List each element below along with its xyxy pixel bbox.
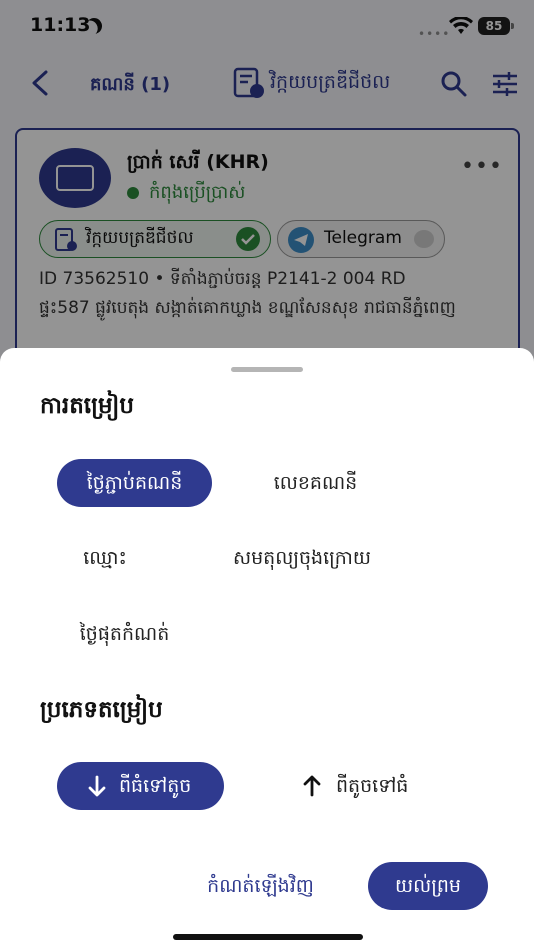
arrow-down-icon — [88, 775, 106, 797]
home-indicator — [173, 934, 363, 940]
sort-option-name[interactable]: ឈ្មោះ — [57, 534, 153, 582]
sort-option-number[interactable]: លេខគណនី — [258, 459, 373, 507]
order-option-asc[interactable]: ពីតូចទៅធំ — [290, 762, 440, 810]
sort-option-date[interactable]: ថ្ងៃភ្ជាប់គណនី — [57, 459, 212, 507]
sort-option-balance[interactable]: សមតុល្យចុងក្រោយ — [212, 534, 392, 582]
sort-section-title: ការតម្រៀប — [40, 393, 134, 419]
order-option-desc[interactable]: ពីធំទៅតូច — [57, 762, 224, 810]
apply-button[interactable]: យល់ព្រម — [368, 862, 488, 910]
sort-bottom-sheet: ការតម្រៀប ថ្ងៃភ្ជាប់គណនី លេខគណនី ឈ្មោះ ស… — [0, 348, 534, 950]
reset-button[interactable]: កំណត់ឡើងវិញ — [188, 862, 333, 910]
sheet-drag-handle[interactable] — [231, 367, 303, 372]
order-section-title: ប្រភេទតម្រៀប — [40, 697, 163, 723]
order-option-desc-label: ពីធំទៅតូច — [119, 775, 192, 797]
arrow-up-icon — [303, 775, 321, 797]
sort-option-expiry[interactable]: ថ្ងៃផុតកំណត់ — [57, 610, 192, 658]
order-option-asc-label: ពីតូចទៅធំ — [336, 775, 409, 797]
